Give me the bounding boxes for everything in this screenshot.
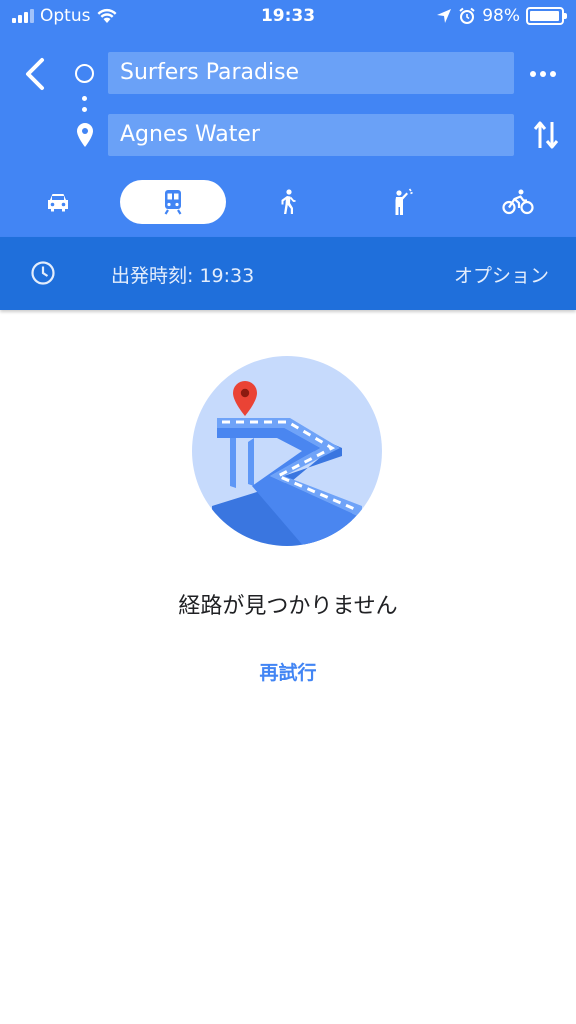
mode-bike-tab[interactable] xyxy=(490,180,546,224)
chevron-left-icon xyxy=(26,58,44,90)
more-dot-icon xyxy=(530,71,536,77)
destination-input[interactable]: Agnes Water xyxy=(108,114,514,156)
retry-button[interactable]: 再試行 xyxy=(0,658,576,685)
hail-icon xyxy=(395,188,413,215)
car-icon xyxy=(48,194,68,212)
more-options-button[interactable] xyxy=(530,64,560,84)
clock-icon xyxy=(31,261,55,285)
battery-percent: 98% xyxy=(482,6,520,26)
train-icon xyxy=(164,190,182,215)
no-route-illustration xyxy=(192,356,382,546)
options-button[interactable]: オプション xyxy=(454,261,549,288)
origin-input[interactable]: Surfers Paradise xyxy=(108,52,514,94)
mode-drive-tab[interactable] xyxy=(30,180,86,224)
route-dots-icon xyxy=(82,96,87,112)
depart-time-button[interactable]: 出発時刻: 19:33 xyxy=(111,261,254,288)
walk-icon xyxy=(281,189,296,214)
mode-ride-tab[interactable] xyxy=(376,180,428,224)
more-dot-icon xyxy=(540,71,546,77)
status-right: 98% xyxy=(436,6,567,26)
mode-transit-tab[interactable] xyxy=(120,180,226,224)
origin-circle-icon xyxy=(75,64,94,83)
back-button[interactable] xyxy=(18,54,54,94)
status-bar: Optus 19:33 98% xyxy=(0,0,576,34)
alarm-icon xyxy=(459,7,475,24)
location-arrow-icon xyxy=(437,9,452,23)
swap-direction-button[interactable] xyxy=(532,118,560,152)
no-route-message: 経路が見つかりません xyxy=(178,594,398,619)
battery-icon xyxy=(526,7,567,25)
destination-pin-icon xyxy=(77,123,93,147)
mode-walk-tab[interactable] xyxy=(262,180,314,224)
more-dot-icon xyxy=(550,71,556,77)
bike-icon xyxy=(502,189,534,215)
